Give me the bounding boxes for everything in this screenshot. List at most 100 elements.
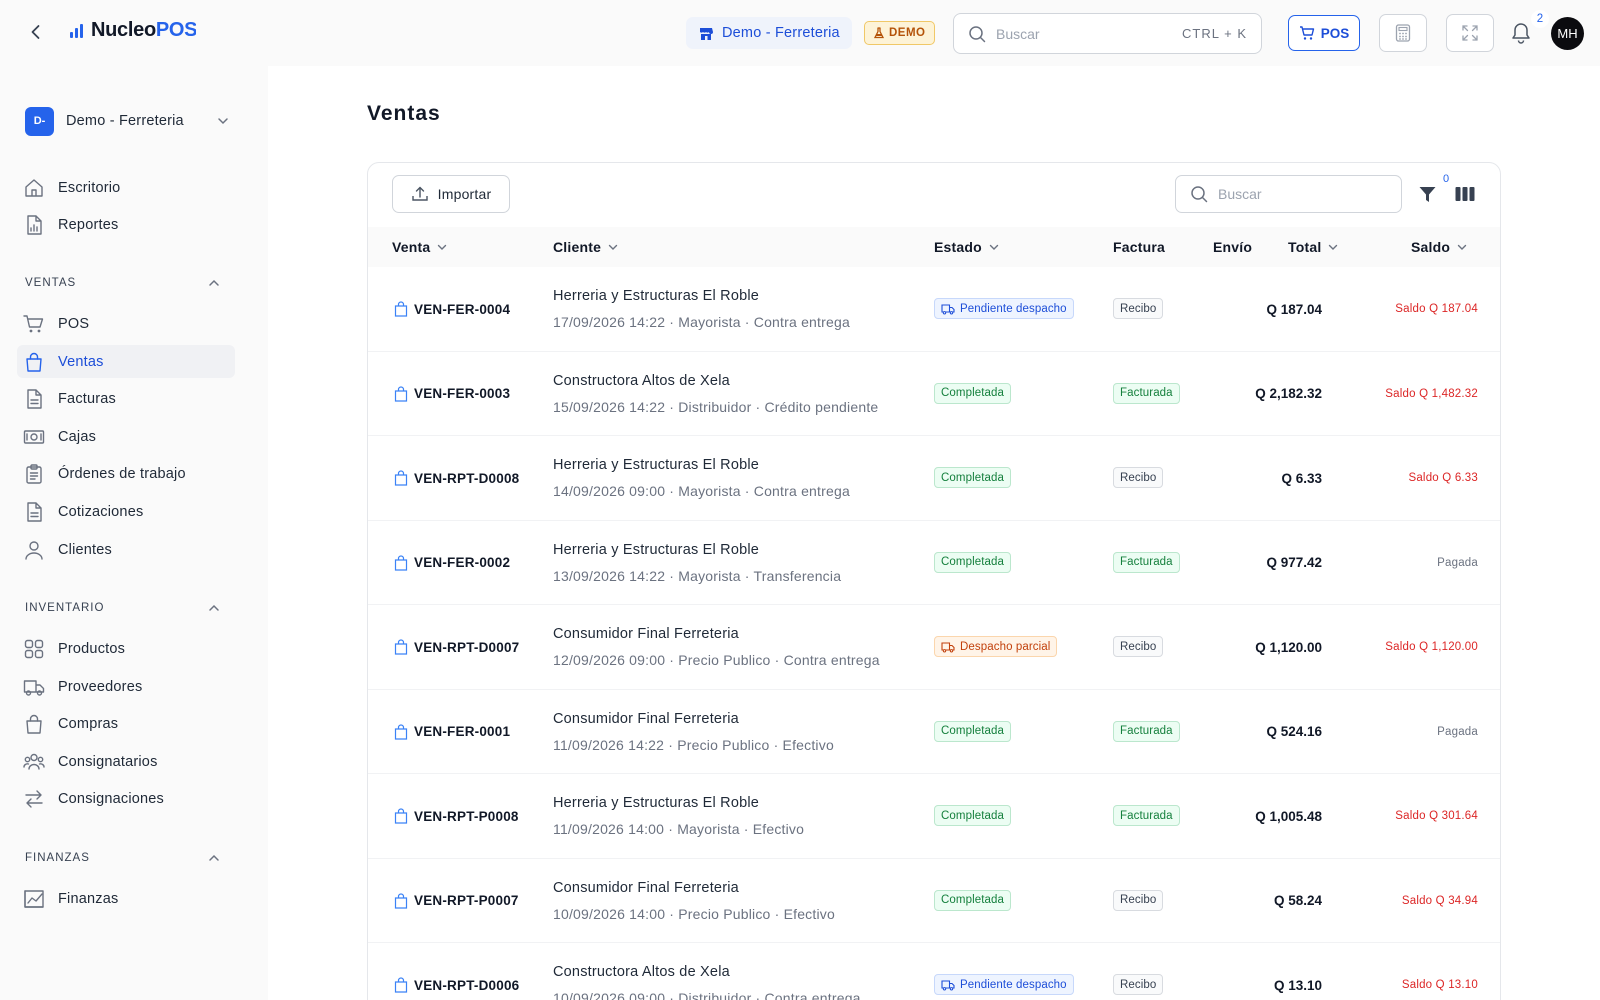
sidebar-section-0[interactable]: VENTAS (25, 273, 221, 293)
sidebar-section-1[interactable]: INVENTARIO (25, 598, 221, 618)
sidebar-item-1-2[interactable]: Compras (17, 707, 235, 740)
client-name: Herreria y Estructuras El Roble (553, 457, 760, 473)
calculator-button[interactable] (1379, 14, 1427, 52)
filter-icon (1419, 186, 1435, 202)
table-search-input[interactable]: Buscar (1175, 175, 1402, 213)
sidebar-item-2-0[interactable]: Finanzas (17, 882, 235, 915)
fullscreen-button[interactable] (1446, 14, 1494, 52)
app-logo[interactable]: NucleoPOS (70, 19, 196, 42)
sidebar-item-0[interactable]: Escritorio (17, 171, 235, 204)
chevron-left-icon (31, 25, 40, 39)
invoice-badge: Recibo (1113, 974, 1164, 995)
sale-meta: 10/09/2026 14:00 · Precio Publico · Efec… (553, 905, 835, 922)
org-switcher[interactable]: D- Demo - Ferreteria (25, 106, 230, 136)
invoice-label: Recibo (1120, 302, 1157, 315)
column-header-saldo[interactable]: Saldo (1411, 227, 1468, 267)
sidebar-section-2[interactable]: FINANZAS (25, 848, 221, 868)
upload-icon (411, 186, 428, 201)
sidebar-item-label: Reportes (58, 216, 119, 233)
sidebar-item-label: Consignaciones (58, 790, 164, 807)
table-search-placeholder: Buscar (1218, 186, 1262, 202)
sidebar-item-1-0[interactable]: Productos (17, 632, 235, 665)
sidebar-item-0-5[interactable]: Cotizaciones (17, 495, 235, 528)
chevron-down-icon (1457, 244, 1467, 250)
sale-meta: 14/09/2026 09:00 · Mayorista · Contra en… (553, 483, 850, 499)
table-row[interactable]: VEN-RPT-P0008 Herreria y Estructuras El … (368, 774, 1500, 859)
sidebar-item-1-4[interactable]: Consignaciones (17, 782, 235, 815)
sale-total: Q 2,182.32 (1255, 386, 1322, 401)
table-row[interactable]: VEN-FER-0004 Herreria y Estructuras El R… (368, 267, 1500, 352)
sidebar-item-label: Clientes (58, 541, 112, 558)
cart-icon (1299, 26, 1314, 40)
column-label: Venta (392, 239, 431, 255)
columns-button[interactable] (1454, 183, 1476, 205)
status-label: Pendiente despacho (960, 302, 1067, 315)
sidebar-item-1[interactable]: Reportes (17, 208, 235, 241)
avatar[interactable]: MH (1551, 17, 1584, 50)
pos-button[interactable]: POS (1288, 15, 1360, 51)
sale-total: Q 187.04 (1266, 301, 1322, 317)
table-row[interactable]: VEN-FER-0001 Consumidor Final Ferreteria… (368, 690, 1500, 774)
org-badge: D- (25, 106, 54, 136)
import-button[interactable]: Importar (392, 175, 510, 213)
status-label: Despacho parcial (960, 640, 1051, 653)
demo-badge-label: DEMO (889, 27, 926, 39)
table-row[interactable]: VEN-FER-0002 Herreria y Estructuras El R… (368, 521, 1500, 605)
sale-balance: Saldo Q 1,120.00 (1385, 641, 1478, 653)
bag-icon (394, 892, 408, 909)
column-header-total[interactable]: Total (1288, 227, 1339, 267)
sidebar-item-1-3[interactable]: Consignatarios (17, 745, 235, 778)
cash-icon (23, 429, 45, 444)
invoice-label: Recibo (1120, 640, 1157, 653)
user-icon (25, 540, 43, 560)
global-search-input[interactable]: Buscar CTRL + K (953, 13, 1262, 54)
store-selector[interactable]: Demo - Ferreteria (686, 17, 852, 49)
sidebar-item-0-6[interactable]: Clientes (17, 533, 235, 566)
search-icon (1191, 186, 1208, 203)
notification-count: 2 (1531, 10, 1549, 28)
sale-total: Q 1,005.48 (1255, 808, 1322, 824)
column-header-cliente[interactable]: Cliente (553, 227, 619, 267)
sidebar-item-0-0[interactable]: POS (17, 307, 235, 340)
search-icon (969, 25, 986, 42)
clipboard-icon (26, 463, 42, 484)
table-row[interactable]: VEN-RPT-D0007 Consumidor Final Ferreteri… (368, 605, 1500, 690)
logo-accent: POS (155, 19, 196, 41)
sale-meta: 15/09/2026 14:22 · Distribuidor · Crédit… (553, 398, 879, 415)
search-shortcut: CTRL + K (1182, 26, 1247, 41)
filter-button[interactable] (1416, 183, 1438, 205)
invoice-label: Facturada (1120, 556, 1173, 568)
sale-total: Q 1,120.00 (1255, 639, 1322, 655)
global-search-placeholder: Buscar (996, 25, 1040, 42)
column-label: Envío (1213, 239, 1253, 255)
sidebar-item-0-2[interactable]: Facturas (17, 382, 235, 415)
sidebar-item-1-1[interactable]: Proveedores (17, 670, 235, 703)
notifications-button[interactable] (1508, 19, 1534, 47)
sidebar-item-0-3[interactable]: Cajas (17, 420, 235, 453)
client-name: Herreria y Estructuras El Roble (553, 288, 760, 304)
table-row[interactable]: VEN-RPT-D0008 Herreria y Estructuras El … (368, 436, 1500, 521)
table-row[interactable]: VEN-FER-0003 Constructora Altos de Xela … (368, 352, 1500, 436)
chevron-up-icon (209, 854, 219, 861)
invoice-badge: Recibo (1113, 636, 1164, 657)
sale-balance: Saldo Q 34.94 (1401, 894, 1478, 907)
sale-meta: 12/09/2026 09:00 · Precio Publico · Cont… (553, 652, 880, 668)
status-badge: Completada (934, 382, 1012, 404)
table-row[interactable]: VEN-RPT-D0006 Constructora Altos de Xela… (368, 943, 1500, 1000)
column-label: Estado (934, 239, 982, 255)
client-name: Constructora Altos de Xela (553, 372, 730, 389)
sidebar-item-0-4[interactable]: Órdenes de trabajo (17, 457, 235, 490)
sidebar-item-label: Órdenes de trabajo (58, 465, 186, 482)
back-button[interactable] (24, 20, 48, 44)
report-icon (27, 214, 42, 235)
column-header-estado[interactable]: Estado (934, 227, 1000, 267)
column-header-venta[interactable]: Venta (392, 227, 448, 267)
chevron-up-icon (209, 279, 219, 286)
status-label: Completada (941, 894, 1005, 906)
status-badge: Completada (934, 805, 1012, 826)
swap-icon (25, 789, 43, 808)
column-header-factura: Factura (1113, 227, 1165, 267)
sidebar-item-label: Compras (58, 715, 119, 732)
table-row[interactable]: VEN-RPT-P0007 Consumidor Final Ferreteri… (368, 859, 1500, 943)
sidebar-item-0-1[interactable]: Ventas (17, 345, 235, 378)
